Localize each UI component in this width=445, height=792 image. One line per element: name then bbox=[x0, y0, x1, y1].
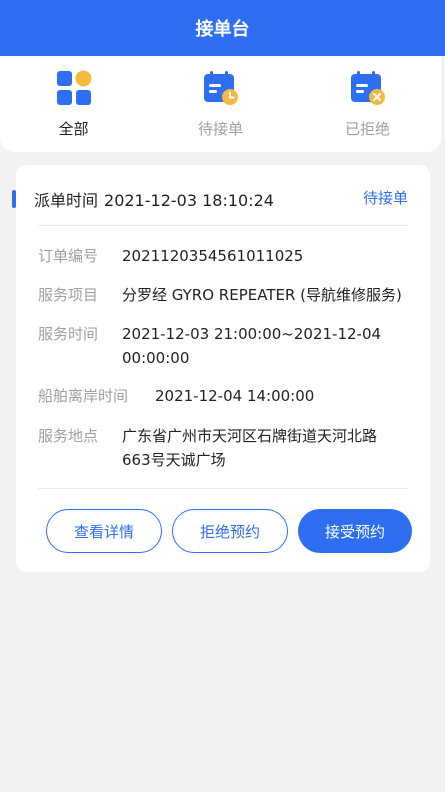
field-value-line2: 00:00:00 bbox=[122, 349, 190, 367]
dispatch-label: 派单时间 bbox=[34, 191, 99, 210]
header-accent-bar bbox=[12, 190, 16, 208]
dispatch-time: 派单时间 2021-12-03 18:10:24 bbox=[34, 187, 274, 211]
field-departure-time: 船舶离岸时间 2021-12-04 14:00:00 bbox=[38, 385, 412, 407]
tab-all-label: 全部 bbox=[58, 120, 89, 138]
grid-icon bbox=[56, 70, 92, 106]
field-service-time: 服务时间 2021-12-03 21:00:00~2021-12-04 00:0… bbox=[38, 323, 412, 369]
tab-rejected-label: 已拒绝 bbox=[344, 120, 390, 138]
field-value: 2021-12-04 14:00:00 bbox=[155, 387, 315, 405]
accept-button[interactable]: 接受预约 bbox=[298, 509, 412, 553]
order-card: 派单时间 2021-12-03 18:10:24 待接单 订单编号 2021120… bbox=[12, 165, 430, 572]
page-title: 接单台 bbox=[195, 19, 250, 40]
divider bbox=[38, 225, 408, 226]
calendar-reject-icon bbox=[350, 70, 386, 106]
order-card-header: 派单时间 2021-12-03 18:10:24 待接单 bbox=[12, 165, 430, 227]
reject-button[interactable]: 拒绝预约 bbox=[172, 509, 288, 553]
field-service-item: 服务项目 分罗经 GYRO REPEATER (导航维修服务) bbox=[38, 284, 412, 306]
divider bbox=[38, 488, 408, 489]
field-label: 服务地点 bbox=[38, 427, 99, 445]
field-label: 船舶离岸时间 bbox=[38, 387, 129, 405]
field-label: 服务项目 bbox=[38, 286, 99, 304]
field-order-no: 订单编号 2021120354561011025 bbox=[38, 245, 412, 267]
tab-all[interactable]: 全部 bbox=[0, 56, 147, 152]
field-value: 分罗经 GYRO REPEATER (导航维修服务) bbox=[122, 286, 402, 304]
dispatch-value: 2021-12-03 18:10:24 bbox=[104, 191, 274, 210]
field-label: 订单编号 bbox=[38, 247, 99, 265]
tab-pending-label: 待接单 bbox=[197, 120, 243, 138]
tab-bar: 全部 待接单 已拒绝 bbox=[0, 56, 441, 152]
app-header: 接单台 bbox=[0, 0, 445, 56]
view-details-button[interactable]: 查看详情 bbox=[46, 509, 162, 553]
field-service-address: 服务地点 广东省广州市天河区石牌街道天河北路 663号天诚广场 bbox=[38, 425, 412, 471]
field-value-line1: 广东省广州市天河区石牌街道天河北路 bbox=[122, 427, 378, 445]
field-label: 服务时间 bbox=[38, 325, 99, 343]
tab-rejected[interactable]: 已拒绝 bbox=[294, 56, 441, 152]
tab-pending[interactable]: 待接单 bbox=[147, 56, 294, 152]
status-badge: 待接单 bbox=[362, 189, 408, 207]
field-value-line2: 663号天诚广场 bbox=[122, 451, 226, 469]
field-value: 2021120354561011025 bbox=[122, 247, 304, 265]
field-value-line1: 2021-12-03 21:00:00~2021-12-04 bbox=[122, 325, 382, 343]
calendar-clock-icon bbox=[203, 70, 239, 106]
